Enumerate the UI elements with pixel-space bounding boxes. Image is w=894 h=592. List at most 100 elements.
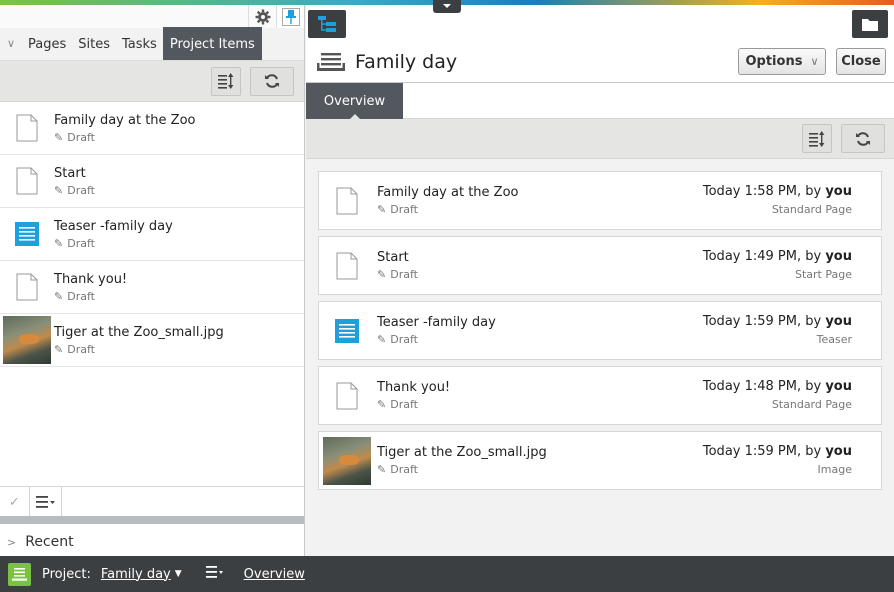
pencil-icon: ✎	[54, 183, 64, 197]
page-icon	[319, 367, 375, 424]
panel-splitter[interactable]	[0, 516, 304, 524]
list-item[interactable]: Teaser -family day ✎ Draft	[0, 208, 304, 261]
sort-button[interactable]	[211, 66, 241, 96]
item-status: Draft	[67, 289, 95, 303]
project-menu-button[interactable]	[205, 566, 224, 582]
tab-overview[interactable]: Overview	[306, 83, 403, 119]
overview-card[interactable]: Start ✎ Draft Today 1:49 PM, by you Start…	[318, 236, 882, 295]
page-icon	[0, 102, 54, 155]
card-name: Start	[377, 250, 409, 265]
project-icon	[317, 53, 345, 71]
expand-header-tab[interactable]	[433, 0, 461, 13]
overview-card[interactable]: Teaser -family day ✎ Draft Today 1:59 PM,…	[318, 301, 882, 360]
card-type: Start Page	[795, 268, 852, 281]
tab-pages[interactable]: Pages	[22, 27, 72, 60]
card-user: you	[825, 379, 852, 394]
pencil-icon: ✎	[377, 203, 387, 216]
card-user: you	[825, 249, 852, 264]
card-user: you	[825, 314, 852, 329]
list-item[interactable]: Family day at the Zoo ✎ Draft	[0, 102, 304, 155]
card-time: Today 1:49 PM, by	[702, 249, 826, 264]
recent-section[interactable]: > Recent	[0, 528, 304, 556]
card-status: Draft	[390, 268, 418, 281]
chevron-right-icon: >	[7, 535, 17, 549]
check-icon: ✓	[9, 494, 20, 510]
card-user: you	[825, 184, 852, 199]
card-status: Draft	[390, 203, 418, 216]
pencil-icon: ✎	[377, 333, 387, 346]
pencil-icon: ✎	[377, 268, 387, 281]
card-time: Today 1:59 PM, by	[702, 444, 826, 459]
list-item[interactable]: Start ✎ Draft	[0, 155, 304, 208]
list-menu-icon	[35, 496, 55, 508]
tab-sites[interactable]: Sites	[72, 27, 116, 60]
overview-card[interactable]: Tiger at the Zoo_small.jpg ✎ Draft Today …	[318, 431, 882, 490]
card-time: Today 1:58 PM, by	[702, 184, 826, 199]
pin-icon	[285, 9, 296, 24]
overview-card[interactable]: Family day at the Zoo ✎ Draft Today 1:58 …	[318, 171, 882, 230]
close-button[interactable]: Close	[836, 48, 886, 75]
select-all-button[interactable]: ✓	[0, 487, 30, 517]
image-thumbnail	[3, 316, 51, 364]
options-button[interactable]: Options ∨	[738, 48, 826, 75]
refresh-button[interactable]	[841, 124, 885, 153]
folder-icon	[862, 18, 878, 31]
left-bottom-toolbar: ✓	[0, 486, 304, 517]
sort-icon	[218, 73, 234, 89]
item-name: Start	[54, 165, 86, 181]
list-item[interactable]: Tiger at the Zoo_small.jpg ✎ Draft	[0, 314, 304, 367]
navigation-tree-button[interactable]	[308, 10, 346, 38]
card-status: Draft	[390, 333, 418, 346]
main-header: Family day Options ∨ Close Overview	[306, 5, 894, 119]
pencil-icon: ✎	[377, 398, 387, 411]
pencil-icon: ✎	[54, 130, 64, 144]
item-name: Tiger at the Zoo_small.jpg	[54, 324, 224, 340]
list-item[interactable]: Thank you! ✎ Draft	[0, 261, 304, 314]
teaser-block-icon	[0, 208, 54, 261]
title-text: Family day	[355, 51, 458, 73]
assets-pane-button[interactable]	[852, 10, 888, 38]
settings-button[interactable]	[248, 5, 276, 28]
card-type: Standard Page	[771, 203, 852, 216]
options-label: Options	[745, 54, 803, 69]
card-name: Family day at the Zoo	[377, 185, 519, 200]
chevron-down-icon: ∨	[810, 55, 819, 68]
item-status: Draft	[67, 342, 95, 356]
list-menu-button[interactable]	[30, 487, 62, 517]
left-panel: ∨ Pages Sites Tasks Project Items Family…	[0, 5, 305, 556]
item-status: Draft	[67, 236, 95, 250]
pin-button[interactable]	[276, 5, 304, 28]
item-name: Thank you!	[54, 271, 128, 287]
caret-down-icon[interactable]: ▼	[175, 569, 182, 579]
refresh-button[interactable]	[250, 66, 294, 96]
sort-button[interactable]	[802, 124, 832, 153]
tab-tasks[interactable]: Tasks	[116, 27, 163, 60]
recent-label: Recent	[25, 534, 74, 550]
left-toolbar	[0, 61, 304, 102]
project-bar: Project: Family day ▼ Overview	[0, 556, 894, 592]
card-name: Tiger at the Zoo_small.jpg	[377, 445, 547, 460]
overview-card[interactable]: Thank you! ✎ Draft Today 1:48 PM, by you …	[318, 366, 882, 425]
tree-icon	[318, 16, 336, 32]
sort-icon	[809, 130, 825, 147]
collapse-chevron-icon[interactable]: ∨	[0, 27, 22, 60]
project-icon	[8, 562, 31, 586]
pencil-icon: ✎	[54, 342, 64, 356]
teaser-block-icon	[319, 302, 375, 359]
card-type: Standard Page	[771, 398, 852, 411]
page-icon	[319, 172, 375, 229]
project-selector[interactable]: Family day	[101, 567, 171, 582]
pencil-icon: ✎	[377, 463, 387, 476]
card-name: Thank you!	[377, 380, 451, 395]
main-toolbar	[306, 119, 894, 159]
image-thumbnail	[323, 436, 371, 485]
left-tabs: ∨ Pages Sites Tasks Project Items	[0, 27, 304, 61]
page-icon	[0, 261, 54, 314]
page-icon	[0, 155, 54, 208]
overview-link[interactable]: Overview	[244, 567, 305, 582]
tab-project-items[interactable]: Project Items	[162, 27, 262, 60]
card-user: you	[825, 444, 852, 459]
card-time: Today 1:48 PM, by	[702, 379, 826, 394]
item-status: Draft	[67, 183, 95, 197]
card-time: Today 1:59 PM, by	[702, 314, 826, 329]
